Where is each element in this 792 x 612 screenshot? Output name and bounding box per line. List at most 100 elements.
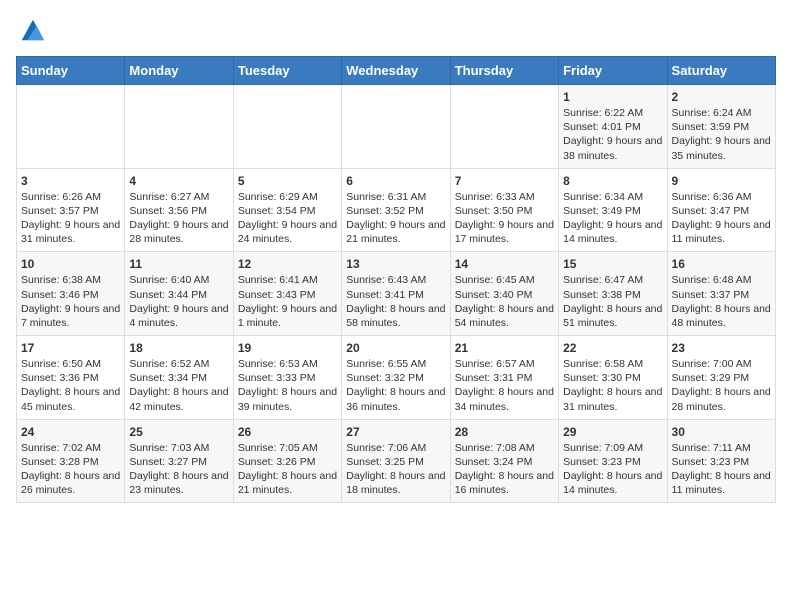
day-info: Sunset: 3:57 PM bbox=[21, 204, 120, 218]
day-info: Daylight: 8 hours and 31 minutes. bbox=[563, 385, 662, 413]
calendar-cell: 22 Sunrise: 6:58 AMSunset: 3:30 PMDayligh… bbox=[559, 336, 667, 420]
day-number: 15 bbox=[563, 257, 662, 271]
day-info: Sunrise: 6:41 AM bbox=[238, 273, 337, 287]
day-number: 6 bbox=[346, 174, 445, 188]
calendar-week-row: 10Sunrise: 6:38 AMSunset: 3:46 PMDayligh… bbox=[17, 252, 776, 336]
day-info: Sunrise: 6:58 AM bbox=[563, 357, 662, 371]
day-info: Sunrise: 6:27 AM bbox=[129, 190, 228, 204]
day-info: Sunset: 3:31 PM bbox=[455, 371, 554, 385]
day-number: 7 bbox=[455, 174, 554, 188]
calendar-cell bbox=[125, 85, 233, 169]
day-info: Daylight: 9 hours and 28 minutes. bbox=[129, 218, 228, 246]
day-info: Sunset: 3:25 PM bbox=[346, 455, 445, 469]
day-number: 3 bbox=[21, 174, 120, 188]
day-info: Daylight: 9 hours and 21 minutes. bbox=[346, 218, 445, 246]
calendar-table: SundayMondayTuesdayWednesdayThursdayFrid… bbox=[16, 56, 776, 503]
day-info: Sunrise: 6:43 AM bbox=[346, 273, 445, 287]
day-info: Sunrise: 7:05 AM bbox=[238, 441, 337, 455]
day-number: 24 bbox=[21, 425, 120, 439]
day-info: Daylight: 9 hours and 24 minutes. bbox=[238, 218, 337, 246]
calendar-cell: 27Sunrise: 7:06 AMSunset: 3:25 PMDayligh… bbox=[342, 419, 450, 503]
day-info: Sunset: 3:37 PM bbox=[672, 288, 771, 302]
day-info: Daylight: 8 hours and 58 minutes. bbox=[346, 302, 445, 330]
weekday-header-monday: Monday bbox=[125, 57, 233, 85]
calendar-cell: 26Sunrise: 7:05 AMSunset: 3:26 PMDayligh… bbox=[233, 419, 341, 503]
day-info: Daylight: 8 hours and 18 minutes. bbox=[346, 469, 445, 497]
day-number: 25 bbox=[129, 425, 228, 439]
day-info: Sunset: 3:43 PM bbox=[238, 288, 337, 302]
day-info: Daylight: 8 hours and 51 minutes. bbox=[563, 302, 662, 330]
calendar-cell: 24Sunrise: 7:02 AMSunset: 3:28 PMDayligh… bbox=[17, 419, 125, 503]
day-info: Sunset: 3:23 PM bbox=[672, 455, 771, 469]
day-info: Daylight: 9 hours and 7 minutes. bbox=[21, 302, 120, 330]
day-info: Daylight: 9 hours and 14 minutes. bbox=[563, 218, 662, 246]
day-info: Daylight: 9 hours and 11 minutes. bbox=[672, 218, 771, 246]
calendar-cell: 10Sunrise: 6:38 AMSunset: 3:46 PMDayligh… bbox=[17, 252, 125, 336]
day-info: Sunrise: 6:31 AM bbox=[346, 190, 445, 204]
calendar-cell: 13Sunrise: 6:43 AMSunset: 3:41 PMDayligh… bbox=[342, 252, 450, 336]
day-info: Sunrise: 6:55 AM bbox=[346, 357, 445, 371]
calendar-cell: 18Sunrise: 6:52 AMSunset: 3:34 PMDayligh… bbox=[125, 336, 233, 420]
day-number: 5 bbox=[238, 174, 337, 188]
day-info: Sunrise: 6:53 AM bbox=[238, 357, 337, 371]
day-number: 14 bbox=[455, 257, 554, 271]
day-info: Sunrise: 6:34 AM bbox=[563, 190, 662, 204]
day-number: 29 bbox=[563, 425, 662, 439]
day-info: Sunrise: 6:38 AM bbox=[21, 273, 120, 287]
day-info: Sunset: 3:27 PM bbox=[129, 455, 228, 469]
day-info: Sunset: 3:44 PM bbox=[129, 288, 228, 302]
weekday-header-friday: Friday bbox=[559, 57, 667, 85]
calendar-cell: 5Sunrise: 6:29 AMSunset: 3:54 PMDaylight… bbox=[233, 168, 341, 252]
day-info: Sunrise: 6:40 AM bbox=[129, 273, 228, 287]
day-info: Sunset: 3:46 PM bbox=[21, 288, 120, 302]
calendar-cell: 12Sunrise: 6:41 AMSunset: 3:43 PMDayligh… bbox=[233, 252, 341, 336]
day-info: Sunset: 3:23 PM bbox=[563, 455, 662, 469]
calendar-week-row: 17Sunrise: 6:50 AMSunset: 3:36 PMDayligh… bbox=[17, 336, 776, 420]
day-info: Daylight: 8 hours and 54 minutes. bbox=[455, 302, 554, 330]
day-info: Sunrise: 6:24 AM bbox=[672, 106, 771, 120]
day-info: Daylight: 8 hours and 16 minutes. bbox=[455, 469, 554, 497]
day-info: Sunset: 3:30 PM bbox=[563, 371, 662, 385]
page-header bbox=[16, 16, 776, 44]
day-info: Daylight: 8 hours and 39 minutes. bbox=[238, 385, 337, 413]
calendar-cell: 28Sunrise: 7:08 AMSunset: 3:24 PMDayligh… bbox=[450, 419, 558, 503]
calendar-cell bbox=[233, 85, 341, 169]
calendar-week-row: 3Sunrise: 6:26 AMSunset: 3:57 PMDaylight… bbox=[17, 168, 776, 252]
day-number: 21 bbox=[455, 341, 554, 355]
day-info: Daylight: 8 hours and 23 minutes. bbox=[129, 469, 228, 497]
calendar-cell: 29Sunrise: 7:09 AMSunset: 3:23 PMDayligh… bbox=[559, 419, 667, 503]
calendar-cell bbox=[450, 85, 558, 169]
day-number: 1 bbox=[563, 90, 662, 104]
calendar-cell: 9Sunrise: 6:36 AMSunset: 3:47 PMDaylight… bbox=[667, 168, 775, 252]
day-number: 18 bbox=[129, 341, 228, 355]
day-info: Sunset: 3:40 PM bbox=[455, 288, 554, 302]
day-info: Sunrise: 7:06 AM bbox=[346, 441, 445, 455]
day-info: Daylight: 8 hours and 26 minutes. bbox=[21, 469, 120, 497]
day-number: 13 bbox=[346, 257, 445, 271]
calendar-cell: 15Sunrise: 6:47 AMSunset: 3:38 PMDayligh… bbox=[559, 252, 667, 336]
day-info: Sunrise: 7:03 AM bbox=[129, 441, 228, 455]
day-number: 30 bbox=[672, 425, 771, 439]
day-info: Sunset: 3:29 PM bbox=[672, 371, 771, 385]
day-info: Sunrise: 6:45 AM bbox=[455, 273, 554, 287]
calendar-cell: 21Sunrise: 6:57 AMSunset: 3:31 PMDayligh… bbox=[450, 336, 558, 420]
calendar-cell: 16Sunrise: 6:48 AMSunset: 3:37 PMDayligh… bbox=[667, 252, 775, 336]
day-info: Daylight: 9 hours and 1 minute. bbox=[238, 302, 337, 330]
day-info: Sunrise: 7:08 AM bbox=[455, 441, 554, 455]
calendar-week-row: 1Sunrise: 6:22 AMSunset: 4:01 PMDaylight… bbox=[17, 85, 776, 169]
day-info: Daylight: 8 hours and 34 minutes. bbox=[455, 385, 554, 413]
day-number: 22 bbox=[563, 341, 662, 355]
weekday-header-thursday: Thursday bbox=[450, 57, 558, 85]
calendar-cell: 11Sunrise: 6:40 AMSunset: 3:44 PMDayligh… bbox=[125, 252, 233, 336]
calendar-cell: 1Sunrise: 6:22 AMSunset: 4:01 PMDaylight… bbox=[559, 85, 667, 169]
day-number: 4 bbox=[129, 174, 228, 188]
day-info: Daylight: 8 hours and 45 minutes. bbox=[21, 385, 120, 413]
calendar-cell: 30Sunrise: 7:11 AMSunset: 3:23 PMDayligh… bbox=[667, 419, 775, 503]
day-info: Sunrise: 6:48 AM bbox=[672, 273, 771, 287]
weekday-header-wednesday: Wednesday bbox=[342, 57, 450, 85]
day-number: 17 bbox=[21, 341, 120, 355]
day-info: Daylight: 8 hours and 21 minutes. bbox=[238, 469, 337, 497]
calendar-cell: 20Sunrise: 6:55 AMSunset: 3:32 PMDayligh… bbox=[342, 336, 450, 420]
day-info: Sunrise: 6:29 AM bbox=[238, 190, 337, 204]
calendar-cell: 6Sunrise: 6:31 AMSunset: 3:52 PMDaylight… bbox=[342, 168, 450, 252]
